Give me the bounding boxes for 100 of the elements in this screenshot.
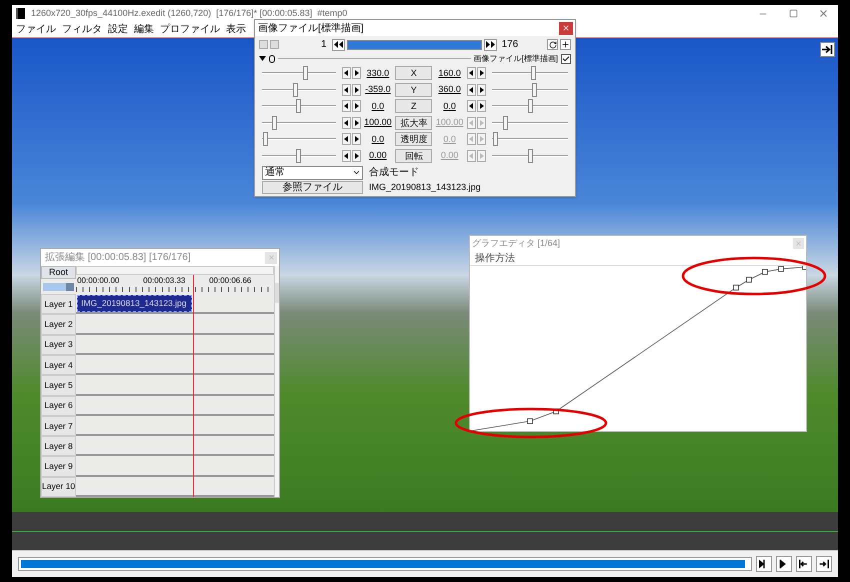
previous-frame-button[interactable] xyxy=(756,556,772,572)
slider-thumb[interactable] xyxy=(272,116,277,130)
increment-button[interactable] xyxy=(352,150,361,162)
menu-item[interactable]: 操作方法 xyxy=(475,250,515,266)
layer-button[interactable]: Layer 9 xyxy=(41,456,76,477)
slider[interactable] xyxy=(262,66,336,80)
decrement-button[interactable] xyxy=(467,67,476,80)
window-title: 画像ファイル[標準描画] xyxy=(258,22,364,36)
increment-button[interactable] xyxy=(477,84,486,96)
decrement-button[interactable] xyxy=(342,67,351,80)
slider-thumb[interactable] xyxy=(296,148,302,163)
increment-button[interactable] xyxy=(352,116,361,129)
seek-bar[interactable] xyxy=(18,557,752,571)
decrement-button[interactable] xyxy=(467,100,476,112)
decrement-button[interactable] xyxy=(342,100,351,112)
value-link[interactable]: -359.0 xyxy=(360,83,396,96)
reference-file-button[interactable]: 参照ファイル xyxy=(262,181,363,194)
menu-item[interactable]: 編集 xyxy=(134,22,154,37)
slider-thumb[interactable] xyxy=(502,116,508,130)
jump-end-button[interactable] xyxy=(820,42,835,57)
increment-button[interactable] xyxy=(352,100,361,112)
increment-button[interactable] xyxy=(352,84,361,96)
jump-start-button[interactable] xyxy=(796,556,812,572)
next-frame-button[interactable] xyxy=(776,556,792,572)
value-link[interactable]: 360.0 xyxy=(432,83,467,96)
slider[interactable] xyxy=(492,116,568,130)
decrement-button[interactable] xyxy=(342,116,351,129)
increment-button[interactable] xyxy=(352,133,361,146)
layer-button[interactable]: Layer 4 xyxy=(41,354,76,376)
layer-button[interactable]: Layer 5 xyxy=(41,375,76,396)
value-link[interactable]: 100.00 xyxy=(360,116,396,130)
slider-thumb[interactable] xyxy=(493,132,498,146)
menu-item[interactable]: ファイル xyxy=(16,22,56,37)
value-link[interactable]: 330.0 xyxy=(360,66,396,80)
value-link[interactable]: 0.0 xyxy=(360,100,396,113)
increment-button[interactable] xyxy=(477,67,486,80)
slider[interactable] xyxy=(492,99,568,114)
arrow-to-bar-icon xyxy=(822,45,833,54)
increment-button[interactable] xyxy=(477,100,486,112)
parameter-button[interactable]: 回転 xyxy=(395,148,432,163)
menu-item[interactable]: 設定 xyxy=(108,22,128,37)
layer-button[interactable]: Layer 7 xyxy=(41,416,76,436)
left-triangle-icon xyxy=(344,152,349,159)
slider-thumb[interactable] xyxy=(292,82,298,97)
parameter-button[interactable]: 透明度 xyxy=(395,132,432,146)
slider[interactable] xyxy=(262,116,336,130)
parameter-button[interactable]: Y xyxy=(395,82,432,97)
root-button[interactable]: Root xyxy=(41,266,76,280)
slider[interactable] xyxy=(492,132,568,146)
decrement-button[interactable] xyxy=(342,133,351,146)
slider-thumb[interactable] xyxy=(532,82,538,97)
layer-button[interactable]: Layer 8 xyxy=(41,436,76,456)
slider-thumb[interactable] xyxy=(263,132,268,146)
slider[interactable] xyxy=(262,132,336,146)
decrement-button[interactable] xyxy=(342,150,351,162)
layer-button[interactable]: Layer 2 xyxy=(41,314,76,335)
layer-button[interactable]: Layer 10 xyxy=(41,476,76,497)
slider[interactable] xyxy=(262,82,336,97)
next-keyframe-button[interactable] xyxy=(484,38,497,50)
close-button[interactable] xyxy=(559,22,573,34)
increment-button[interactable] xyxy=(352,67,361,80)
value-link[interactable]: 0.00 xyxy=(360,149,396,162)
horizontal-scrollbar[interactable] xyxy=(76,266,274,276)
menu-item[interactable]: プロファイル xyxy=(160,22,220,37)
slider-thumb[interactable] xyxy=(296,99,302,114)
layer-button[interactable]: Layer 6 xyxy=(41,396,76,416)
slider-thumb[interactable] xyxy=(303,66,308,80)
object-checkbox[interactable] xyxy=(561,54,571,64)
close-icon xyxy=(818,8,828,19)
parameter-button[interactable]: X xyxy=(395,66,432,80)
menu-item[interactable]: 表示 xyxy=(226,22,246,37)
slider[interactable] xyxy=(492,148,568,163)
rotate-button[interactable] xyxy=(547,39,558,50)
value-link[interactable]: 160.0 xyxy=(432,66,467,80)
value-link[interactable]: 0.0 xyxy=(432,100,467,113)
slider[interactable] xyxy=(262,148,336,163)
menu-item[interactable]: フィルタ xyxy=(62,22,102,37)
layer-button[interactable]: Layer 1 xyxy=(41,294,76,314)
add-button[interactable] xyxy=(560,39,571,50)
clip[interactable]: IMG_20190813_143123.jpg xyxy=(77,295,192,312)
layer-button[interactable]: Layer 3 xyxy=(41,334,76,355)
vertical-scrollbar[interactable] xyxy=(274,266,279,497)
jump-end-button[interactable] xyxy=(816,556,832,572)
parameter-button[interactable]: Z xyxy=(395,99,432,114)
previous-keyframe-button[interactable] xyxy=(332,38,345,50)
slider-thumb[interactable] xyxy=(528,99,532,114)
right-triangle-icon xyxy=(354,152,359,159)
left-triangle-icon xyxy=(344,136,349,142)
slider-thumb[interactable] xyxy=(528,148,532,163)
slider[interactable] xyxy=(492,66,568,80)
slider[interactable] xyxy=(262,99,336,114)
decrement-button[interactable] xyxy=(342,84,351,96)
right-triangle-icon xyxy=(354,70,359,76)
decrement-button[interactable] xyxy=(467,84,476,96)
slider-thumb[interactable] xyxy=(531,66,536,80)
blend-mode-dropdown[interactable]: 通常 xyxy=(262,166,363,180)
slider[interactable] xyxy=(492,82,568,97)
left-triangle-icon xyxy=(469,152,474,159)
parameter-button[interactable]: 拡大率 xyxy=(395,116,432,130)
value-link[interactable]: 0.0 xyxy=(360,132,396,146)
